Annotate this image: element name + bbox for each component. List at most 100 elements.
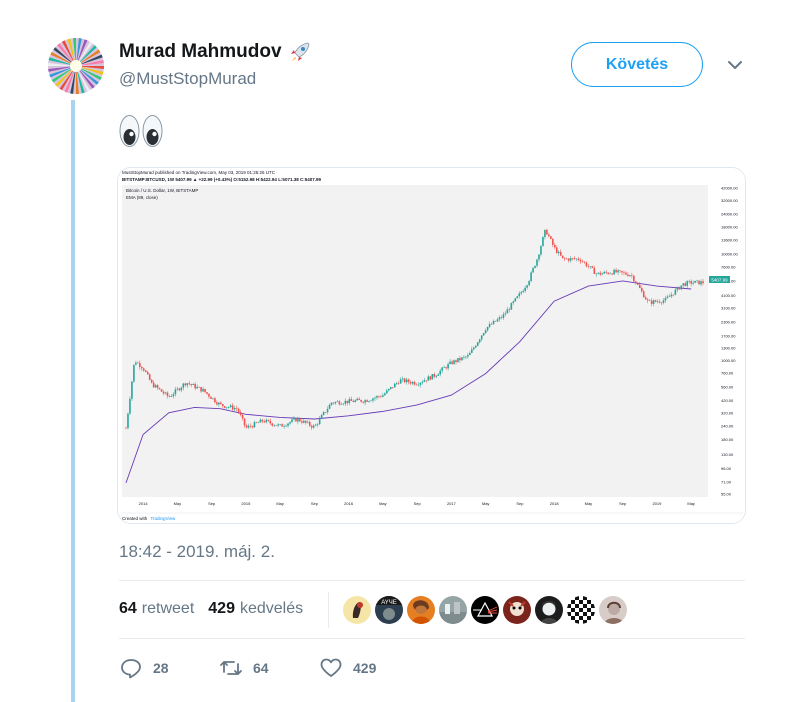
chevron-down-icon[interactable] xyxy=(725,58,745,72)
candle-body xyxy=(127,413,129,429)
candle-body xyxy=(261,419,264,422)
candle-body xyxy=(403,378,406,383)
candle-body xyxy=(253,422,256,428)
candle-body xyxy=(472,347,475,350)
candle-body xyxy=(555,247,558,254)
x-tick-label: May xyxy=(174,501,182,506)
liker-avatar-3[interactable] xyxy=(407,596,435,624)
candle-body xyxy=(554,244,556,248)
tweet-image[interactable]: MustStopMurad published on TradingView.c… xyxy=(117,167,746,524)
likes-count[interactable]: 429 xyxy=(208,600,235,618)
candle-body xyxy=(231,405,234,410)
author-handle[interactable]: @MustStopMurad xyxy=(119,69,256,89)
svg-text:AYЧE: AYЧE xyxy=(381,600,397,606)
y-tick-label: 32000.00 xyxy=(721,198,738,203)
liker-avatar-2[interactable]: AYЧE xyxy=(375,596,403,624)
liker-avatar-6[interactable] xyxy=(503,596,531,624)
candle-body xyxy=(210,396,212,399)
candle-body xyxy=(251,426,254,428)
candle-body xyxy=(162,391,165,394)
candle-body xyxy=(150,379,153,383)
retweets-label[interactable]: retweet xyxy=(142,600,194,618)
like-button[interactable]: 429 xyxy=(319,656,419,680)
candle-body xyxy=(376,396,378,398)
candle-body xyxy=(652,300,655,304)
candle-body xyxy=(648,300,651,302)
candle-body xyxy=(684,283,687,286)
likers-list: AYЧE xyxy=(343,596,627,624)
heart-icon xyxy=(320,658,342,677)
candle-body xyxy=(437,374,440,376)
candle-body xyxy=(565,258,568,260)
liker-avatar-4[interactable] xyxy=(439,596,467,624)
candle-body xyxy=(413,381,416,385)
candle-body xyxy=(445,367,447,369)
candle-body xyxy=(180,387,183,391)
liker-avatar-9[interactable] xyxy=(599,596,627,624)
candle-body xyxy=(542,237,544,247)
candle-body xyxy=(528,280,530,286)
candle-body xyxy=(629,275,631,277)
candle-body xyxy=(344,400,347,404)
candle-body xyxy=(172,394,175,397)
candle-body xyxy=(439,370,441,375)
tweet-timestamp[interactable]: 18:42 - 2019. máj. 2. xyxy=(119,542,275,562)
liker-avatar-5[interactable] xyxy=(471,596,499,624)
candle-body xyxy=(182,383,185,388)
liker-avatar-1[interactable] xyxy=(343,596,371,624)
candle-body xyxy=(391,387,394,388)
candle-body xyxy=(320,415,323,419)
btc-chart: MustStopMurad published on TradingView.c… xyxy=(118,168,745,523)
candle-body xyxy=(480,335,483,340)
retweets-count[interactable]: 64 xyxy=(119,600,137,618)
candle-body xyxy=(666,296,669,299)
candle-body xyxy=(567,258,570,261)
author-avatar[interactable] xyxy=(48,38,104,94)
candle-body xyxy=(356,398,358,401)
author-name-text: Murad Mahmudov xyxy=(119,41,282,62)
chart-header-line2: BITSTAMP:BTCUSD, 1W 5407.99 ▲ +22.99 (+0… xyxy=(122,177,321,182)
y-tick-label: 560.00 xyxy=(721,385,734,390)
candle-body xyxy=(393,383,396,388)
x-tick-label: May xyxy=(585,501,593,506)
like-count: 429 xyxy=(353,660,377,676)
candle-body xyxy=(324,412,327,413)
candle-body xyxy=(617,270,619,273)
reply-button[interactable]: 28 xyxy=(119,656,219,680)
candle-body xyxy=(686,281,689,286)
candle-body xyxy=(158,387,161,390)
candle-body xyxy=(421,381,424,383)
likes-label[interactable]: kedvelés xyxy=(240,600,303,618)
candle-body xyxy=(532,267,534,273)
candle-body xyxy=(640,287,643,292)
follow-button[interactable]: Követés xyxy=(571,42,703,87)
chart-header-line1: MustStopMurad published on TradingView.c… xyxy=(122,170,276,175)
candle-body xyxy=(585,262,588,267)
candle-body xyxy=(340,404,343,405)
candle-body xyxy=(330,402,333,405)
candle-body xyxy=(502,314,505,318)
candle-body xyxy=(168,396,171,397)
author-name[interactable]: Murad Mahmudov xyxy=(119,40,312,64)
candle-body xyxy=(696,280,698,282)
candle-body xyxy=(579,259,582,262)
candle-body xyxy=(469,352,471,356)
candle-body xyxy=(336,401,339,403)
x-tick-label: May xyxy=(482,501,490,506)
liker-avatar-8[interactable] xyxy=(567,596,595,624)
candle-body xyxy=(544,229,546,238)
candle-body xyxy=(202,388,204,392)
candle-body xyxy=(306,421,309,423)
avatar-image xyxy=(48,38,104,94)
y-tick-label: 760.00 xyxy=(721,370,734,375)
x-tick-label: May xyxy=(276,501,284,506)
candle-body xyxy=(465,356,467,358)
candle-body xyxy=(164,392,167,394)
y-tick-label: 24000.00 xyxy=(721,211,738,216)
candle-body xyxy=(229,405,232,408)
candle-body xyxy=(522,290,524,293)
liker-avatar-7[interactable] xyxy=(535,596,563,624)
chart-subtitle: Bitcoin / U.S. Dollar, 1W, BITSTAMP xyxy=(126,188,198,193)
retweet-button[interactable]: 64 xyxy=(219,656,319,680)
candle-body xyxy=(192,383,194,385)
